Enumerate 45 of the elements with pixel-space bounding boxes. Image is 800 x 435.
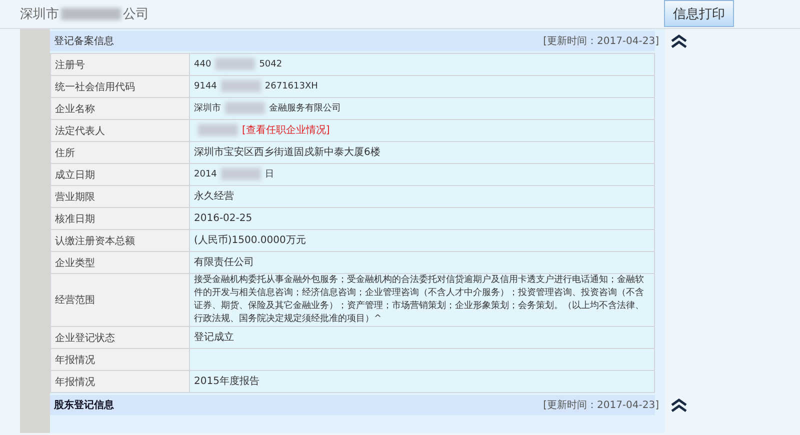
field-label: 认缴注册资本总额 (50, 230, 190, 252)
field-label: 企业登记状态 (50, 326, 190, 348)
section-title: 登记备案信息 (54, 34, 115, 48)
company-title: 深圳市 (20, 6, 59, 23)
field-label: 营业期限 (50, 186, 190, 208)
field-label: 住所 (50, 142, 190, 164)
field-value: 2671613XH (264, 81, 318, 92)
blurred-text (220, 168, 261, 180)
field-value: 登记成立 (194, 332, 234, 343)
blurred-text (220, 80, 261, 92)
print-button[interactable]: 信息打印 (664, 0, 734, 27)
field-value: 9144 (194, 81, 217, 92)
field-value: 2016-02-25 (194, 213, 252, 224)
field-label: 注册号 (50, 54, 190, 76)
field-label: 统一社会信用代码 (50, 76, 190, 98)
field-label: 企业类型 (50, 252, 190, 274)
field-value: 5042 (259, 59, 282, 70)
field-label: 年报情况 (50, 370, 190, 392)
field-value: (人民币)1500.0000万元 (194, 235, 306, 246)
field-label: 成立日期 (50, 164, 190, 186)
field-label: 企业名称 (50, 98, 190, 120)
field-value: 2015年度报告 (194, 376, 260, 387)
field-value: 深圳市宝安区西乡街道固戍新中泰大厦6楼 (194, 147, 380, 158)
field-label: 法定代表人 (50, 120, 190, 142)
update-time: [更新时间：2017-04-23] (543, 34, 659, 48)
company-title: 公司 (123, 6, 149, 23)
field-value: 440 (194, 59, 212, 70)
update-time: [更新时间：2017-04-23] (543, 398, 659, 412)
field-value: 有限责任公司 (194, 257, 254, 268)
field-value: 接受金融机构委托从事金融外包服务；受金融机构的合法委托对信贷逾期户及信用卡透支户进行电话通知；金融软件的开发与相关信息咨询；经济信息咨询；企业管理咨询（不含人才中介服务）；投资管理咨询、投资咨询（不含证券、期货、保险及其它金融业务）；资产管理；市场营销策划；企业形象策划；会务策划。（以上均不含法律、行政法规、国务院决定规定须经批准的项目）^ (194, 275, 644, 324)
field-value: 深圳市 (194, 103, 221, 114)
blurred-text (225, 102, 265, 114)
collapse-icon[interactable] (669, 397, 689, 413)
field-label: 年报情况 (50, 348, 190, 370)
view-positions-link[interactable]: [查看任职企业情况] (242, 125, 330, 136)
blurred-text (61, 8, 121, 20)
field-value: 日 (264, 169, 274, 180)
field-value: 2014 (194, 169, 217, 180)
field-value: 金融服务有限公司 (269, 103, 341, 114)
field-label: 核准日期 (50, 208, 190, 230)
blurred-text (215, 58, 256, 70)
field-label: 经营范围 (50, 274, 190, 326)
section-title: 股东登记信息 (54, 398, 115, 412)
collapse-icon[interactable] (669, 33, 689, 49)
field-value: 永久经营 (194, 191, 234, 202)
